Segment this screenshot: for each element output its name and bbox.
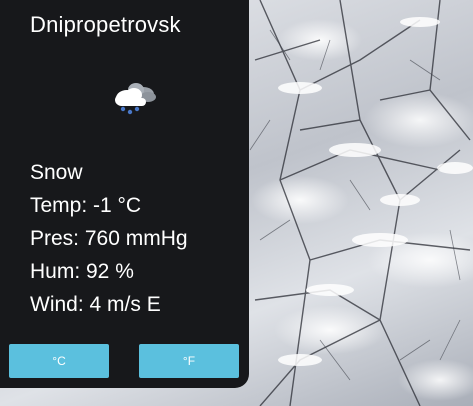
humidity-reading: Hum: 92 % bbox=[30, 260, 134, 283]
temperature-reading: Temp: -1 °C bbox=[30, 194, 142, 217]
wind-reading: Wind: 4 m/s E bbox=[30, 293, 161, 316]
celsius-button[interactable]: °C bbox=[9, 344, 109, 378]
pressure-reading: Pres: 760 mmHg bbox=[30, 227, 188, 250]
weather-panel: Dnipropetrovsk Snow Temp: -1 °C Pres: 76… bbox=[0, 0, 249, 388]
weather-condition: Snow bbox=[30, 161, 83, 184]
fahrenheit-button[interactable]: °F bbox=[139, 344, 239, 378]
city-name: Dnipropetrovsk bbox=[30, 12, 181, 37]
snow-cloud-icon bbox=[115, 83, 156, 115]
